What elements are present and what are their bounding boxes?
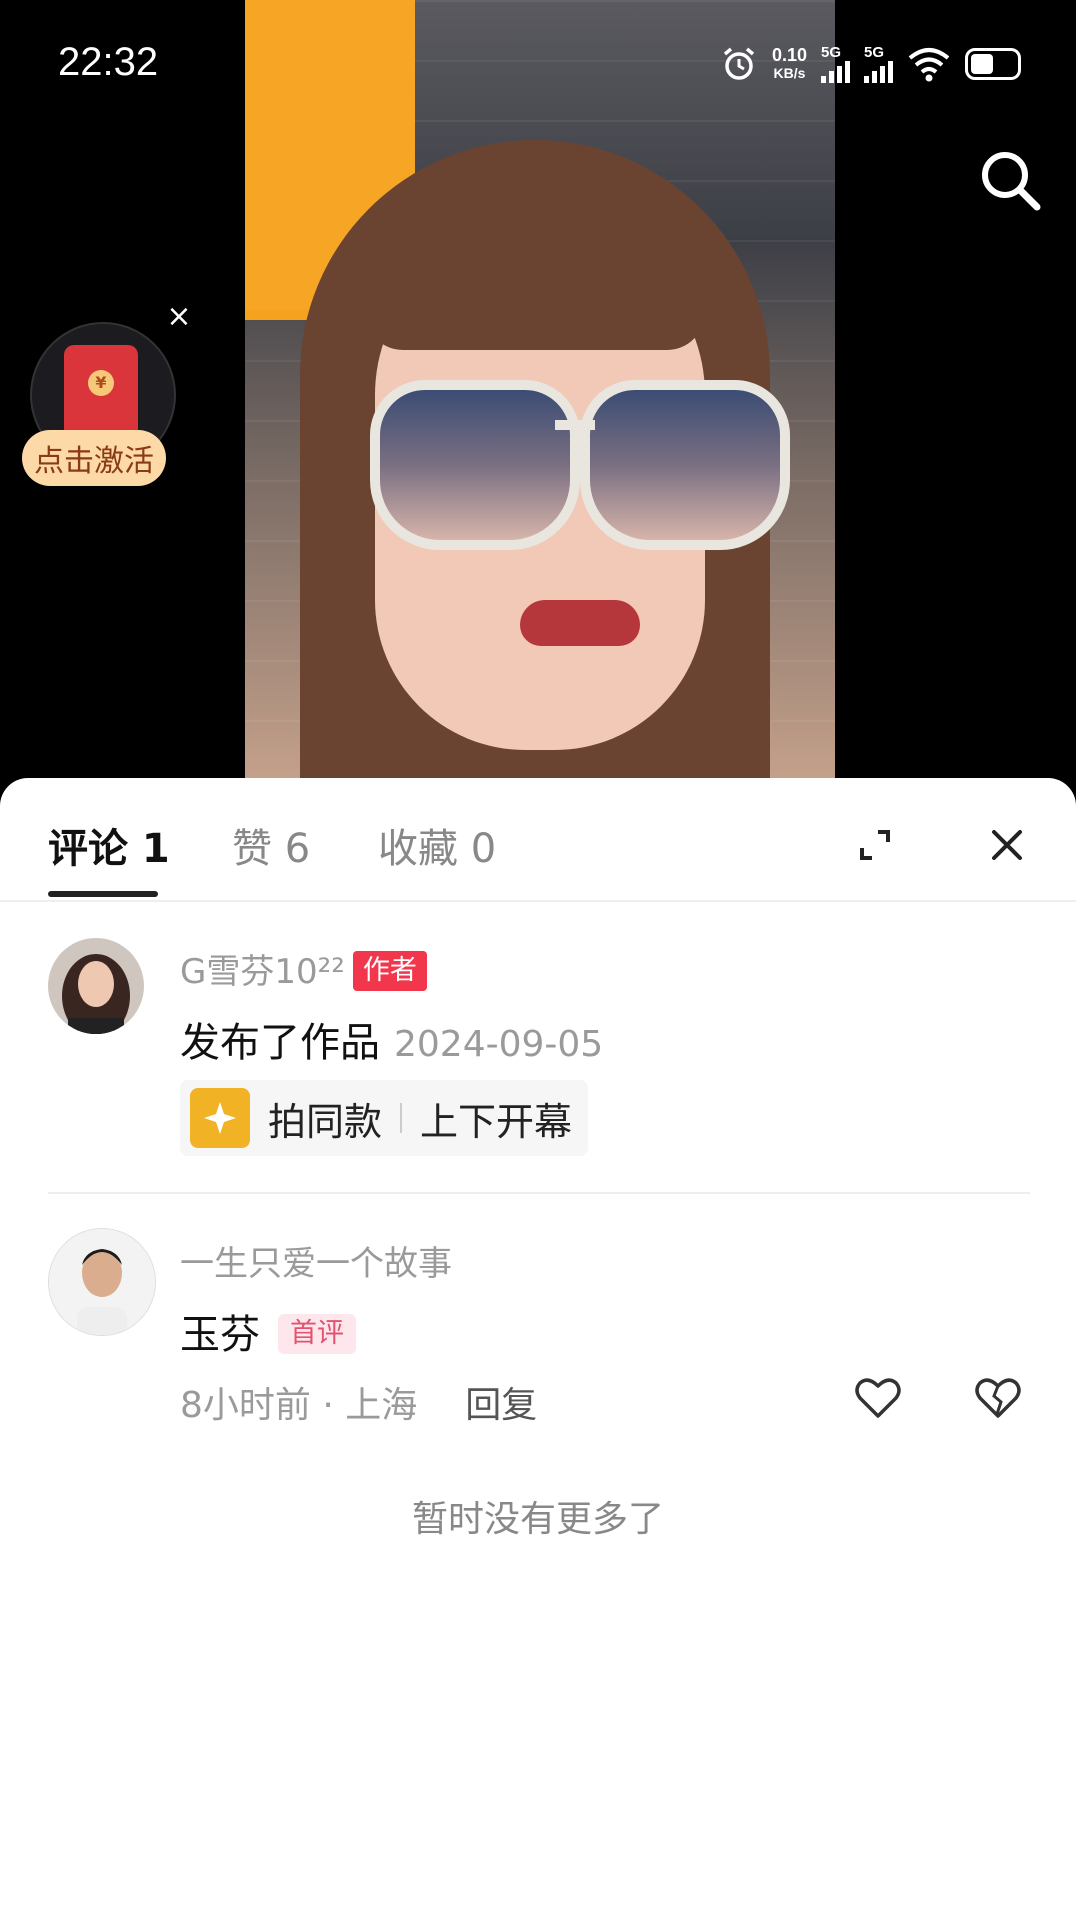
avatar[interactable] [48,938,144,1034]
tab-likes[interactable]: 赞 6 [232,816,310,874]
sim2-label: 5G [864,44,885,61]
wifi-icon [908,47,950,81]
same-style-button[interactable]: 拍同款 上下开幕 [180,1080,589,1156]
signal-sim2: 5G [864,44,893,83]
sunglasses-left-lens [370,380,580,550]
author-username-text: G雪芬10²² [180,952,345,992]
red-envelope-promo[interactable]: ¥ × 点击激活 [22,300,192,500]
person-lips [520,600,640,646]
battery-icon [965,47,1021,80]
author-username[interactable]: G雪芬10²² 作者 [180,944,427,993]
status-bar: 22:32 0.10 KB/s 5G 5G [0,0,1076,130]
post-date: 2024-09-05 [394,1024,604,1065]
promo-close-button[interactable]: × [162,300,196,334]
expand-icon[interactable] [850,820,900,870]
tab-comments[interactable]: 评论 1 [48,816,170,874]
divider [400,1103,403,1133]
comment-text: 玉芬 首评 [180,1302,356,1360]
first-comment-badge: 首评 [278,1314,356,1354]
network-speed: 0.10 KB/s [772,46,807,82]
no-more-text: 暂时没有更多了 [411,1499,664,1540]
signal-sim1: 5G [821,44,850,83]
promo-activate-label[interactable]: 点击激活 [22,430,166,486]
broken-heart-icon[interactable] [972,1372,1024,1424]
tab-favorites[interactable]: 收藏 0 [378,816,496,874]
network-speed-value: 0.10 [771,44,807,65]
comment-content: 玉芬 [180,1312,260,1358]
effect-name: 上下开幕 [420,1099,573,1144]
post-action-text: 发布了作品 [180,1020,380,1066]
signal-bars-icon [821,61,850,83]
commenter-username[interactable]: 一生只爱一个故事 [180,1236,452,1285]
author-post-text: 发布了作品 2024-09-05 [180,1010,603,1068]
coin-icon: ¥ [88,370,114,396]
comment-divider [48,1192,1030,1194]
sunglasses-right-lens [580,380,790,550]
avatar[interactable] [48,1228,156,1336]
sheet-tabs: 评论 1 赞 6 收藏 0 [0,778,1076,902]
close-icon[interactable] [982,820,1032,870]
comments-sheet: 评论 1 赞 6 收藏 0 G雪芬10²² 作者 发布了作品 2024-09-05 [0,778,1076,1920]
signal-bars-icon [864,61,893,83]
active-tab-indicator [48,891,158,897]
network-speed-unit: KB/s [773,64,806,81]
commenter-avatar-image [49,1229,155,1335]
heart-icon[interactable] [852,1372,904,1424]
alarm-icon [723,47,755,80]
sim1-label: 5G [821,44,842,61]
comment-meta: 8小时前 · 上海 回复 [180,1376,537,1428]
search-icon[interactable] [975,145,1045,215]
author-badge: 作者 [352,951,427,991]
sparkle-icon [190,1088,250,1148]
sunglasses-bridge [555,420,595,430]
reply-button[interactable]: 回复 [465,1385,537,1426]
author-avatar-image [48,938,144,1034]
status-time: 22:32 [58,40,159,84]
comment-time-location: 8小时前 · 上海 [180,1385,418,1426]
status-icons: 0.10 KB/s 5G 5G [720,44,1021,83]
same-style-label: 拍同款 [268,1099,383,1144]
